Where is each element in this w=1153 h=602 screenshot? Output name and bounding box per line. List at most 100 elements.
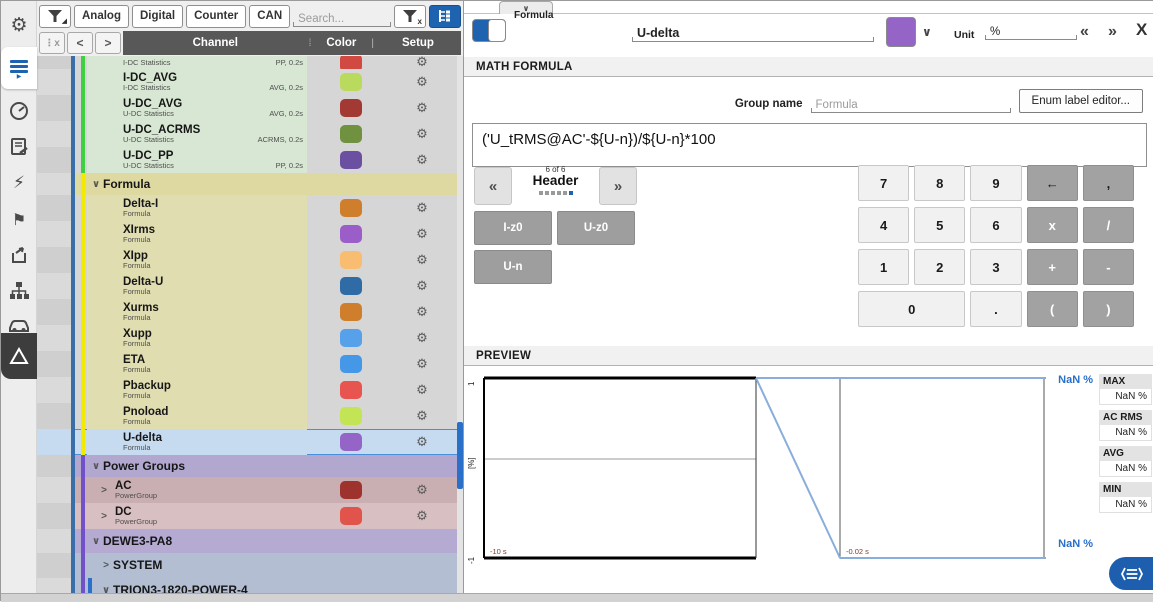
channel-setup-gear-icon[interactable]: ⚙	[416, 153, 428, 168]
search-input[interactable]	[294, 12, 390, 27]
channel-name-cell[interactable]: ∨ DEWE3-PA8	[87, 529, 307, 553]
channel-list-tab[interactable]: ▶	[1, 47, 37, 89]
channel-color-chip[interactable]	[340, 175, 362, 193]
channel-color-chip[interactable]	[340, 457, 362, 475]
channel-name-cell[interactable]: Delta-I Formula	[87, 195, 307, 221]
channel-name-cell[interactable]: Pbackup Formula	[87, 377, 307, 403]
channel-row[interactable]: U-DC_PP U-DC Statistics PP, 0.2s ⚙	[37, 147, 463, 173]
keypad-key[interactable]: .	[970, 291, 1021, 327]
expander-icon[interactable]: ∨	[99, 585, 113, 593]
channel-color-chip[interactable]	[340, 381, 362, 399]
channel-active-toggle[interactable]	[472, 19, 506, 42]
channel-setup-gear-icon[interactable]: ⚙	[416, 331, 428, 346]
channel-setup-gear-icon[interactable]: ⚙	[416, 227, 428, 242]
type-filter-button[interactable]: Digital	[132, 5, 183, 28]
channel-setup-gear-icon[interactable]: ⚙	[416, 409, 428, 424]
channel-color-chip[interactable]	[340, 73, 362, 91]
keypad-key[interactable]: 1	[858, 249, 909, 285]
channel-name-cell[interactable]: Pnoload Formula	[87, 403, 307, 429]
channel-setup-gear-icon[interactable]: ⚙	[416, 357, 428, 372]
next-channel-button[interactable]: »	[1108, 23, 1117, 41]
channel-name-cell[interactable]: XIrms Formula	[87, 221, 307, 247]
channel-color-chip[interactable]	[340, 557, 362, 575]
variable-page-next-button[interactable]: »	[599, 167, 637, 205]
column-nav-prev-button[interactable]: <	[67, 32, 93, 54]
channel-row[interactable]: I-DC Statistics PP, 0.2s ⚙	[37, 56, 463, 69]
channel-setup-gear-icon[interactable]: ⚙	[416, 279, 428, 294]
channel-name-cell[interactable]: U-DC_AVG U-DC Statistics AVG, 0.2s	[87, 95, 307, 121]
channel-row[interactable]: > DC PowerGroup ⚙	[37, 503, 463, 529]
channel-setup-gear-icon[interactable]: ⚙	[416, 383, 428, 398]
keypad-key[interactable]: 2	[914, 249, 965, 285]
channel-color-chip[interactable]	[340, 199, 362, 217]
variable-button[interactable]: I-z0	[474, 211, 552, 245]
channel-setup-gear-icon[interactable]: ⚙	[416, 127, 428, 142]
keypad-key[interactable]: 3	[970, 249, 1021, 285]
channel-setup-gear-icon[interactable]: ⚙	[416, 75, 428, 90]
keypad-key[interactable]: 7	[858, 165, 909, 201]
reporting-button[interactable]	[1, 129, 37, 165]
channel-color-chip[interactable]	[340, 277, 362, 295]
channel-row[interactable]: I-DC_AVG I-DC Statistics AVG, 0.2s ⚙	[37, 69, 463, 95]
variable-button[interactable]: U-n	[474, 250, 552, 284]
expander-icon[interactable]: >	[97, 511, 111, 522]
channel-color-chip[interactable]	[340, 251, 362, 269]
channel-color-chip[interactable]	[340, 407, 362, 425]
color-dropdown-caret-icon[interactable]: ∨	[922, 25, 932, 39]
export-button[interactable]	[1, 237, 37, 273]
channel-setup-gear-icon[interactable]: ⚙	[416, 305, 428, 320]
keypad-key[interactable]: x	[1027, 207, 1078, 243]
channel-name-cell[interactable]: Xupp Formula	[87, 325, 307, 351]
expander-icon[interactable]: >	[99, 560, 113, 571]
channel-row[interactable]: Xupp Formula ⚙	[37, 325, 463, 351]
channel-row[interactable]: XIpp Formula ⚙	[37, 247, 463, 273]
channel-color-chip[interactable]	[340, 329, 362, 347]
keypad-key[interactable]: ←	[1027, 165, 1078, 201]
channel-row[interactable]: ∨ TRION3-1820-POWER-4	[37, 578, 463, 593]
measurement-screen-button[interactable]	[1, 93, 37, 129]
group-name-input[interactable]	[812, 98, 1010, 113]
keypad-key[interactable]: 4	[858, 207, 909, 243]
keypad-key[interactable]: (	[1027, 291, 1078, 327]
keypad-key[interactable]: 6	[970, 207, 1021, 243]
channel-row[interactable]: Xurms Formula ⚙	[37, 299, 463, 325]
channel-row[interactable]: XIrms Formula ⚙	[37, 221, 463, 247]
channel-name-cell[interactable]: ∨ Power Groups	[87, 455, 307, 477]
column-nav-next-button[interactable]: >	[95, 32, 121, 54]
channel-name-cell[interactable]: I-DC Statistics PP, 0.2s	[87, 56, 307, 69]
channel-row[interactable]: > AC PowerGroup ⚙	[37, 477, 463, 503]
channel-color-chip[interactable]	[340, 532, 362, 550]
channel-row[interactable]: Pnoload Formula ⚙	[37, 403, 463, 429]
hide-columns-button[interactable]: ⋮x	[39, 32, 65, 54]
channel-color-chip[interactable]	[340, 303, 362, 321]
channel-name-cell[interactable]: > SYSTEM	[87, 553, 307, 578]
channel-name-cell[interactable]: U-DC_ACRMS U-DC Statistics ACRMS, 0.2s	[87, 121, 307, 147]
channel-color-chip[interactable]	[340, 481, 362, 499]
onscreen-keyboard-button[interactable]	[1109, 557, 1153, 590]
channel-color-chip[interactable]	[340, 582, 362, 594]
prev-channel-button[interactable]: «	[1080, 23, 1089, 41]
channel-name-cell[interactable]: Delta-U Formula	[87, 273, 307, 299]
channel-setup-gear-icon[interactable]: ⚙	[416, 435, 428, 450]
channel-name-cell[interactable]: ETA Formula	[87, 351, 307, 377]
keypad-key[interactable]: 0	[858, 291, 965, 327]
channel-row[interactable]: Pbackup Formula ⚙	[37, 377, 463, 403]
channel-row[interactable]: > SYSTEM	[37, 553, 463, 578]
channel-row[interactable]: Delta-U Formula ⚙	[37, 273, 463, 299]
channel-name-cell[interactable]: I-DC_AVG I-DC Statistics AVG, 0.2s	[87, 69, 307, 95]
filter-menu-button[interactable]: ◢	[39, 5, 71, 28]
unit-input[interactable]	[986, 25, 1076, 40]
channel-name-cell[interactable]: Xurms Formula	[87, 299, 307, 325]
keypad-key[interactable]: )	[1083, 291, 1134, 327]
keypad-key[interactable]: ,	[1083, 165, 1134, 201]
channel-color-chip[interactable]	[340, 355, 362, 373]
keypad-key[interactable]: /	[1083, 207, 1134, 243]
channel-setup-gear-icon[interactable]: ⚙	[416, 201, 428, 216]
channel-color-chip[interactable]	[340, 99, 362, 117]
channel-name-cell[interactable]: ∨ Formula	[87, 173, 307, 195]
channel-row[interactable]: ∨ Power Groups	[37, 455, 463, 477]
sync-button[interactable]	[1, 273, 37, 309]
channel-row[interactable]: U-DC_ACRMS U-DC Statistics ACRMS, 0.2s ⚙	[37, 121, 463, 147]
type-filter-button[interactable]: CAN	[249, 5, 290, 28]
variable-button[interactable]: U-z0	[557, 211, 635, 245]
